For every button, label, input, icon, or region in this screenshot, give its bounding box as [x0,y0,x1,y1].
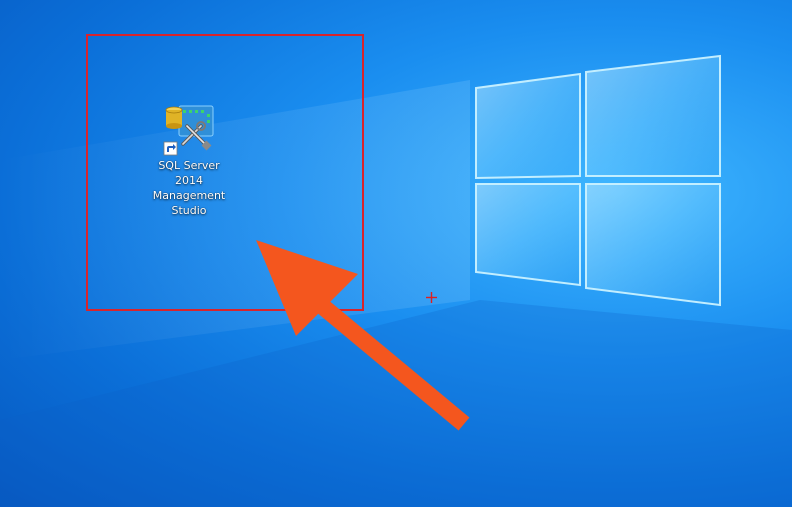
crosshair-cursor-icon [426,292,437,303]
desktop-shortcut-ssms[interactable]: SQL Server 2014 Management Studio [142,104,236,218]
shortcut-arrow-icon [163,141,178,156]
desktop-icon-label: SQL Server 2014 Management Studio [152,159,226,217]
sql-server-management-studio-icon [163,105,214,156]
desktop[interactable]: SQL Server 2014 Management Studio [0,0,792,507]
windows-logo-wallpaper [0,54,792,507]
